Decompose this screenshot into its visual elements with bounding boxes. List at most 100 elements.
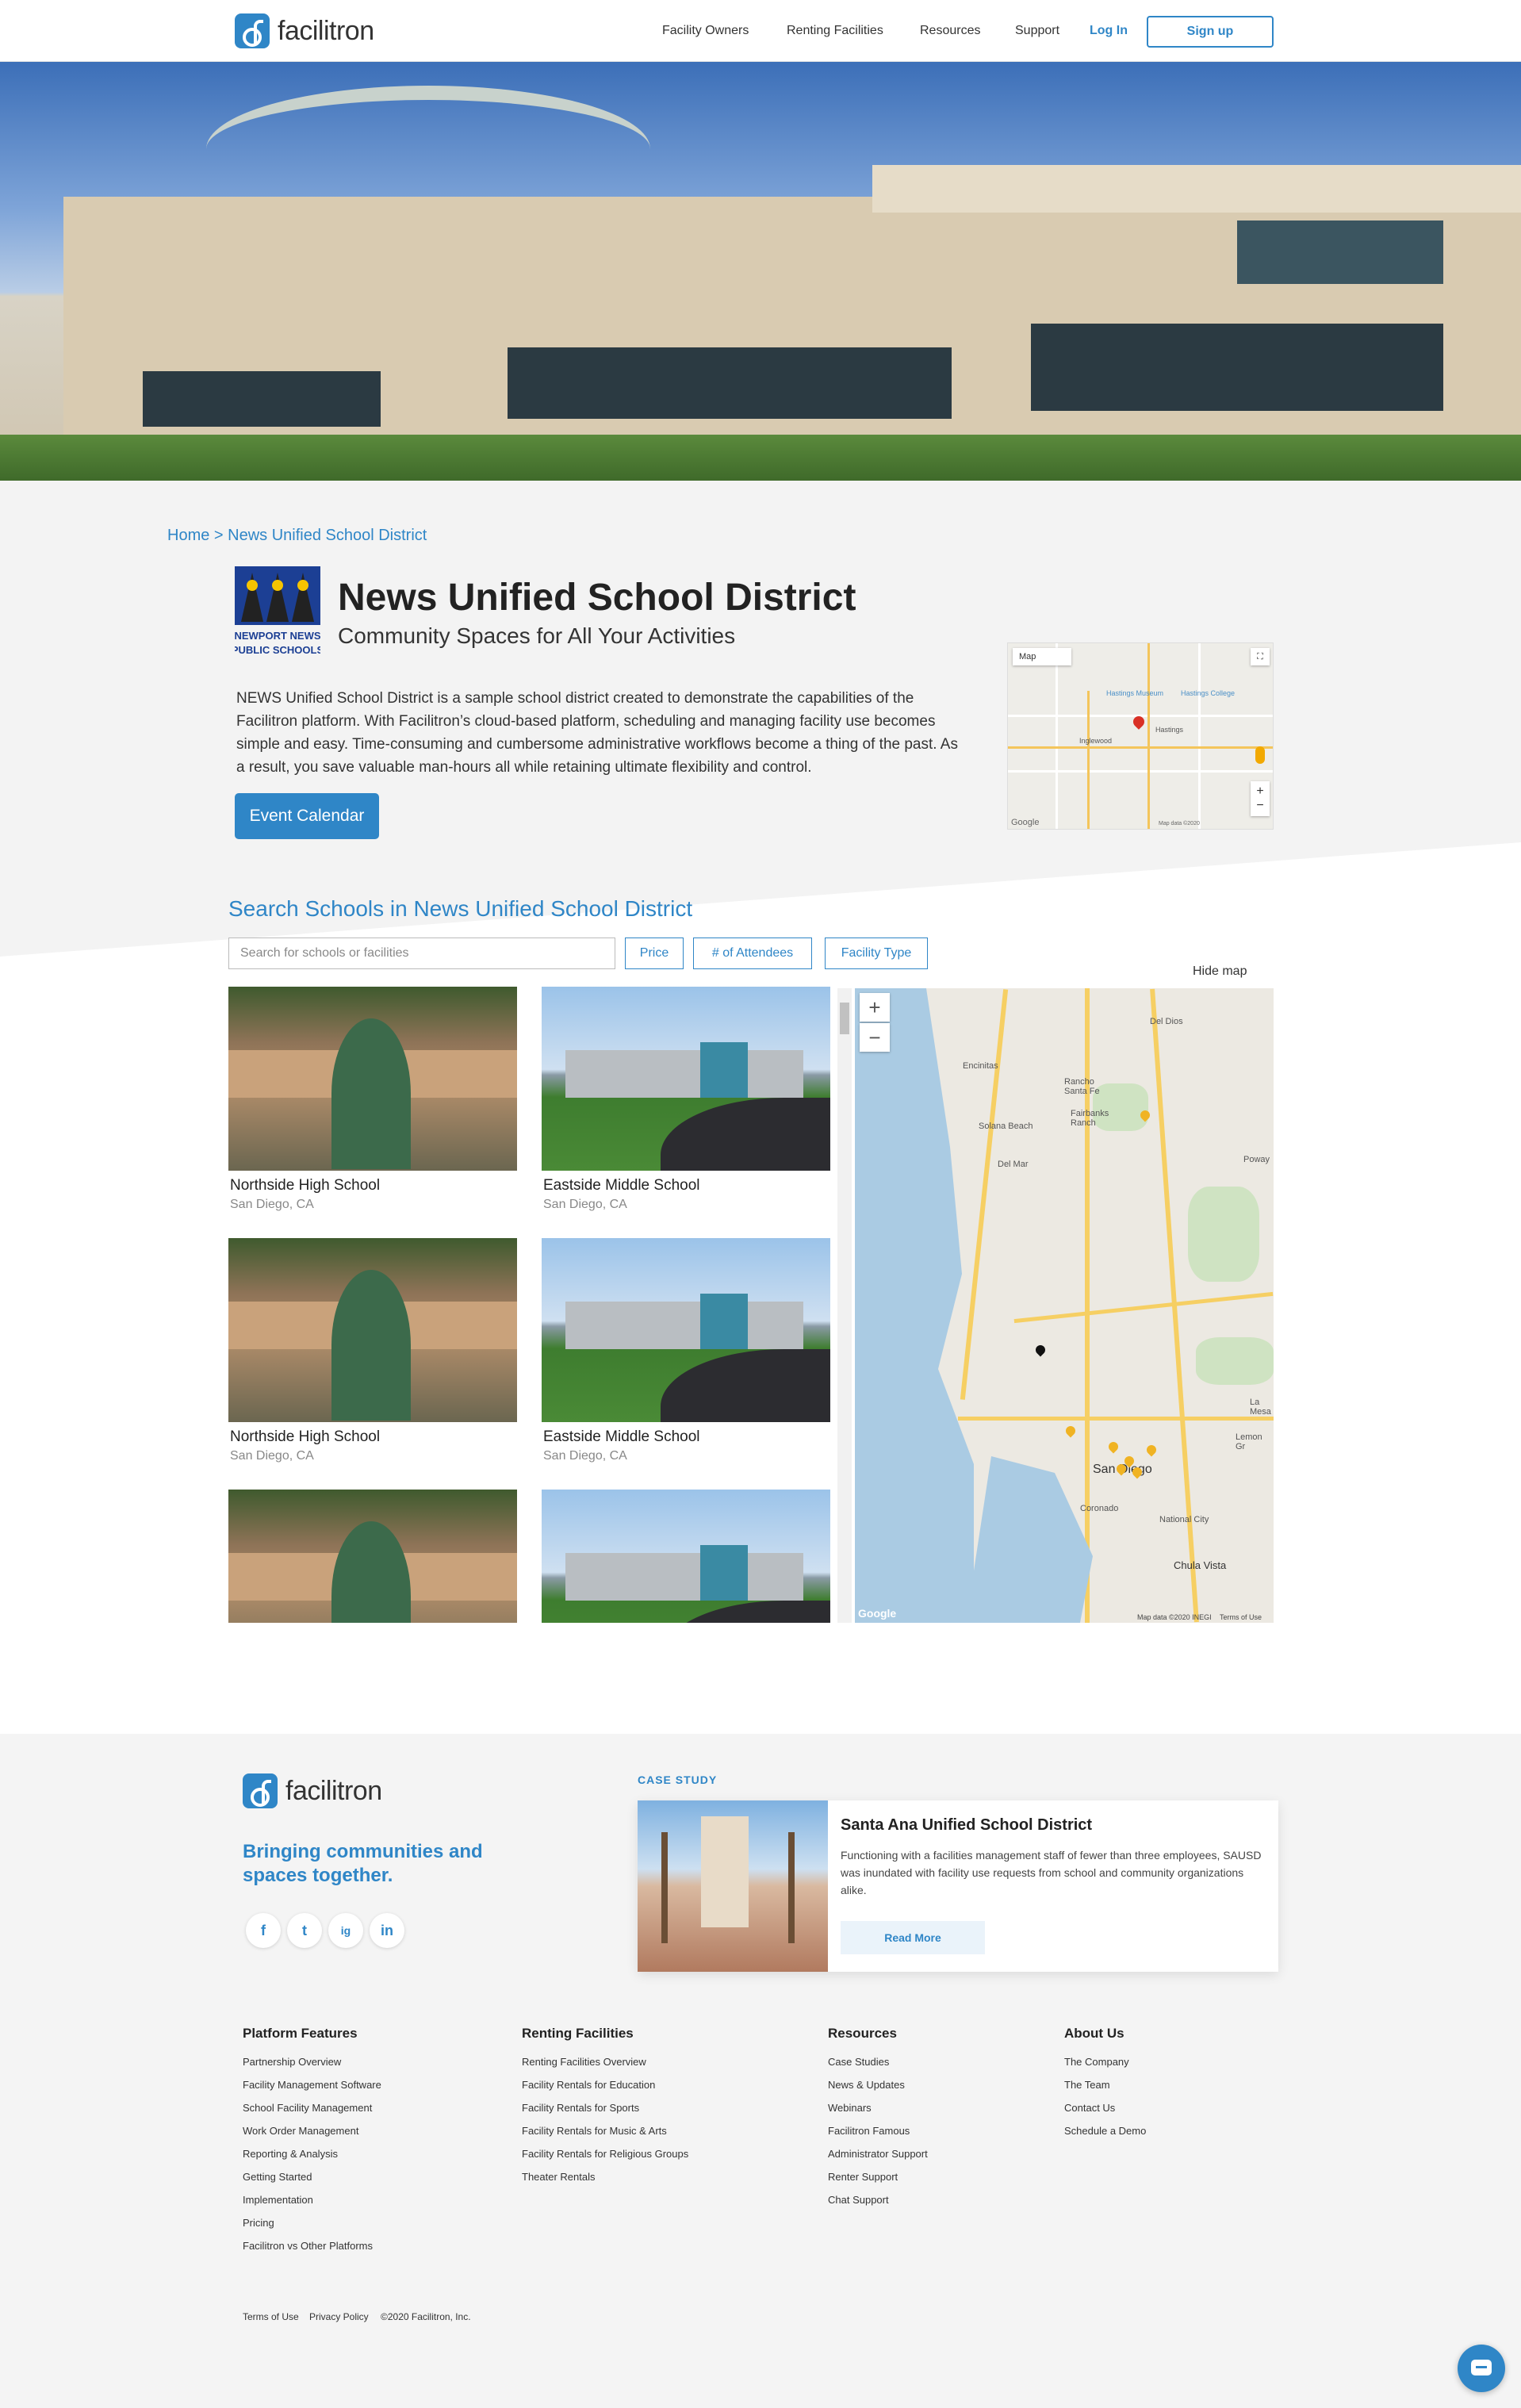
map-attribution: Map data ©2020 [1159,821,1200,826]
footer-link[interactable]: Administrator Support [828,2148,928,2160]
facility-card[interactable]: Eastside Middle School San Diego, CA [542,1238,830,1463]
footer-link[interactable]: Schedule a Demo [1064,2125,1146,2137]
terms-link[interactable]: Terms of Use [243,2311,299,2322]
footer-link[interactable]: Facilitron Famous [828,2125,910,2137]
footer-link[interactable]: Getting Started [243,2171,312,2183]
facility-location: San Diego, CA [543,1449,627,1463]
footer-link[interactable]: Theater Rentals [522,2171,596,2183]
facilitron-logo[interactable]: facilitron [235,13,374,48]
scrollbar-thumb[interactable] [840,1003,849,1034]
footer-link[interactable]: Facility Rentals for Education [522,2079,655,2091]
login-link[interactable]: Log In [1090,24,1128,38]
footer-link[interactable]: Renter Support [828,2171,898,2183]
footer-col-title: Platform Features [243,2026,358,2041]
read-more-button[interactable]: Read More [841,1921,985,1954]
footer-link[interactable]: Facility Rentals for Religious Groups [522,2148,688,2160]
footer-link[interactable]: The Company [1064,2056,1129,2068]
footer-col-title: Resources [828,2026,897,2041]
footer-brand-name: facilitron [285,1775,382,1806]
search-section-title: Search Schools in News Unified School Di… [228,896,693,921]
footer-logo[interactable]: facilitron [243,1773,382,1808]
map-attribution: Map data ©2020 INEGI [1137,1613,1212,1621]
footer-link[interactable]: Case Studies [828,2056,889,2068]
google-logo: Google [858,1607,897,1620]
facility-card[interactable]: Northside High School San Diego, CA [228,1238,517,1463]
map-marker-icon[interactable] [1144,1443,1159,1457]
facility-card[interactable] [542,1490,830,1623]
footer-link[interactable]: Facility Rentals for Sports [522,2102,639,2114]
pegman-icon[interactable] [1255,746,1265,764]
signup-button[interactable]: Sign up [1147,16,1274,48]
footer-link[interactable]: Facility Management Software [243,2079,381,2091]
map-marker-icon[interactable] [1033,1343,1048,1357]
footer-link[interactable]: Reporting & Analysis [243,2148,338,2160]
case-study-label: CASE STUDY [638,1773,718,1786]
attendees-filter[interactable]: # of Attendees [693,938,812,969]
results-map[interactable]: + − Del Dios Encinitas Rancho Santa Fe F… [855,988,1274,1623]
facility-card[interactable] [228,1490,517,1623]
footer-link[interactable]: Contact Us [1064,2102,1115,2114]
case-study-text: Functioning with a facilities management… [841,1849,1262,1896]
hide-map-link[interactable]: Hide map [1193,964,1247,979]
site-footer: facilitron Bringing communities and spac… [0,1734,1521,2408]
facility-location: San Diego, CA [543,1198,627,1211]
footer-link[interactable]: Implementation [243,2194,313,2206]
hero-lawn [0,435,1521,481]
copyright: ©2020 Facilitron, Inc. [381,2311,471,2322]
footer-link[interactable]: Facility Rentals for Music & Arts [522,2125,667,2137]
footer-link[interactable]: Partnership Overview [243,2056,341,2068]
facility-type-filter[interactable]: Facility Type [825,938,928,969]
district-logo: NEWPORT NEWS PUBLIC SCHOOLS [235,566,320,656]
facebook-icon[interactable]: f [246,1913,281,1948]
map-type-select[interactable]: Map [1013,648,1071,665]
nav-facility-owners[interactable]: Facility Owners [662,24,749,38]
nav-renting-facilities[interactable]: Renting Facilities [787,24,883,38]
map-marker-icon[interactable] [1063,1424,1078,1438]
site-header: facilitron Facility Owners Renting Facil… [0,0,1521,62]
nav-support[interactable]: Support [1015,24,1059,38]
fullscreen-icon[interactable]: ⛶ [1251,648,1270,665]
map-terms-link[interactable]: Terms of Use [1220,1613,1262,1621]
map-ocean [855,988,974,1623]
facility-photo [542,1238,830,1422]
facility-photo [228,1490,517,1623]
footer-link[interactable]: Renting Facilities Overview [522,2056,646,2068]
footer-link[interactable]: Webinars [828,2102,872,2114]
privacy-link[interactable]: Privacy Policy [309,2311,369,2322]
district-description: NEWS Unified School District is a sample… [236,690,958,776]
facility-card[interactable]: Eastside Middle School San Diego, CA [542,987,830,1212]
footer-link[interactable]: Pricing [243,2217,274,2229]
results-scrollbar[interactable] [837,988,852,1623]
case-study-title: Santa Ana Unified School District [841,1816,1093,1834]
footer-link[interactable]: Work Order Management [243,2125,358,2137]
linkedin-icon[interactable]: in [370,1913,404,1948]
mini-map-zoom[interactable]: + − [1251,781,1270,816]
map-bay [966,1456,1093,1623]
search-input[interactable]: Search for schools or facilities [228,938,615,969]
map-marker-icon[interactable] [1106,1440,1121,1454]
event-calendar-button[interactable]: Event Calendar [235,793,379,839]
instagram-icon[interactable]: ig [328,1913,363,1948]
facility-card[interactable]: Northside High School San Diego, CA [228,987,517,1212]
footer-link[interactable]: Facilitron vs Other Platforms [243,2240,373,2252]
footer-col-title: Renting Facilities [522,2026,634,2041]
district-location-map[interactable]: Map ⛶ + − Hastings Museum Hastings Colleg… [1007,642,1274,830]
chat-icon[interactable] [1458,2345,1505,2392]
footer-link[interactable]: News & Updates [828,2079,905,2091]
zoom-out-button[interactable]: − [860,1023,890,1052]
case-study-photo [638,1800,828,1972]
breadcrumb[interactable]: Home > News Unified School District [167,527,427,545]
hero-window [1237,220,1443,284]
hero-window [1031,324,1443,411]
footer-link[interactable]: Chat Support [828,2194,889,2206]
price-filter[interactable]: Price [625,938,684,969]
zoom-in-button[interactable]: + [860,993,890,1022]
svg-text:PUBLIC SCHOOLS: PUBLIC SCHOOLS [235,644,320,656]
footer-col-title: About Us [1064,2026,1124,2041]
footer-link[interactable]: School Facility Management [243,2102,372,2114]
twitter-icon[interactable]: t [287,1913,322,1948]
facility-photo [542,987,830,1171]
facility-location: San Diego, CA [230,1449,314,1463]
nav-resources[interactable]: Resources [920,24,980,38]
footer-link[interactable]: The Team [1064,2079,1110,2091]
